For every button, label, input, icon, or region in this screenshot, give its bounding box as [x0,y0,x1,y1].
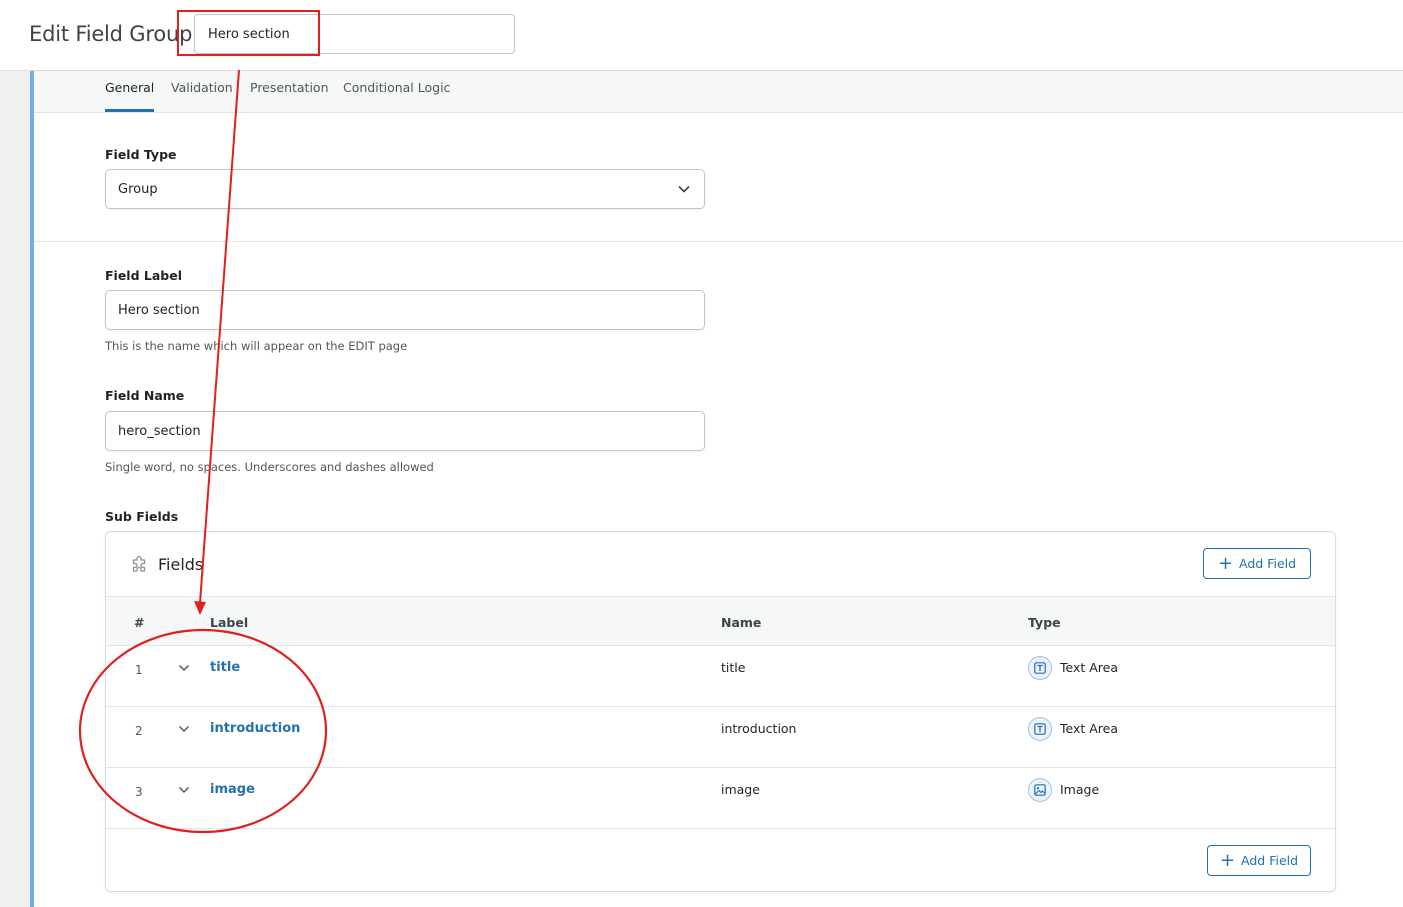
fields-title: Fields [158,555,204,574]
plus-icon: + [1219,849,1236,871]
image-icon [1028,778,1052,802]
field-name-help: Single word, no spaces. Underscores and … [105,460,434,474]
table-row[interactable]: 3 image image Image [106,768,1335,829]
field-label-label: Field Label [105,268,182,283]
add-field-button-top[interactable]: + Add Field [1203,548,1311,579]
sub-fields-label: Sub Fields [105,509,179,524]
row-number: 3 [135,785,143,799]
page-title: Edit Field Group [29,22,193,46]
row-label-link[interactable]: title [210,660,240,675]
text-area-icon [1028,717,1052,741]
field-settings-tabs: General Validation Presentation Conditio… [34,71,1403,113]
table-row[interactable]: 2 introduction introduction Text Area [106,707,1335,768]
chevron-down-icon[interactable] [178,662,190,674]
field-accent-bar [30,71,34,907]
row-name: introduction [721,721,797,736]
row-name: title [721,660,746,675]
row-label-link[interactable]: image [210,782,255,797]
plus-icon: + [1217,552,1234,574]
field-type-label: Field Type [105,147,177,162]
tab-general[interactable]: General [105,80,155,112]
column-header-name: Name [721,615,762,630]
field-type-value: Group [118,181,158,197]
table-row[interactable]: 1 title title Text Area [106,646,1335,707]
tab-presentation[interactable]: Presentation [250,80,329,112]
row-label-link[interactable]: introduction [210,721,300,736]
annotation-arrow-line [199,69,240,604]
field-type-select[interactable]: Group [105,169,705,209]
row-number: 2 [135,724,143,738]
chevron-down-icon [678,185,690,193]
tab-validation[interactable]: Validation [171,80,233,112]
section-divider [34,241,1403,242]
chevron-down-icon[interactable] [178,784,190,796]
column-header-label: Label [210,615,249,630]
row-name: image [721,782,760,797]
chevron-down-icon[interactable] [178,723,190,735]
left-gutter [0,71,30,907]
field-label-input[interactable]: Hero section [105,290,705,330]
puzzle-icon [132,555,146,572]
sub-fields-table-header: # Label Name Type [106,597,1335,646]
tab-conditional-logic[interactable]: Conditional Logic [343,80,450,112]
annotation-highlight-box [177,10,320,56]
field-label-help: This is the name which will appear on th… [105,339,408,353]
sub-fields-panel: Fields + Add Field # Label Name Type 1 t… [105,531,1336,892]
add-field-label: Add Field [1239,556,1297,571]
add-field-button-bottom[interactable]: + Add Field [1207,845,1311,876]
row-type: Text Area [1060,721,1119,736]
field-name-input[interactable]: hero_section [105,411,705,451]
row-number: 1 [135,663,143,677]
column-header-type: Type [1028,615,1061,630]
row-type: Text Area [1060,660,1119,675]
field-name-label: Field Name [105,388,185,403]
sub-fields-header: Fields + Add Field [106,532,1335,597]
add-field-label: Add Field [1241,853,1299,868]
text-area-icon [1028,656,1052,680]
row-type: Image [1060,782,1100,797]
column-header-number: # [134,615,145,630]
